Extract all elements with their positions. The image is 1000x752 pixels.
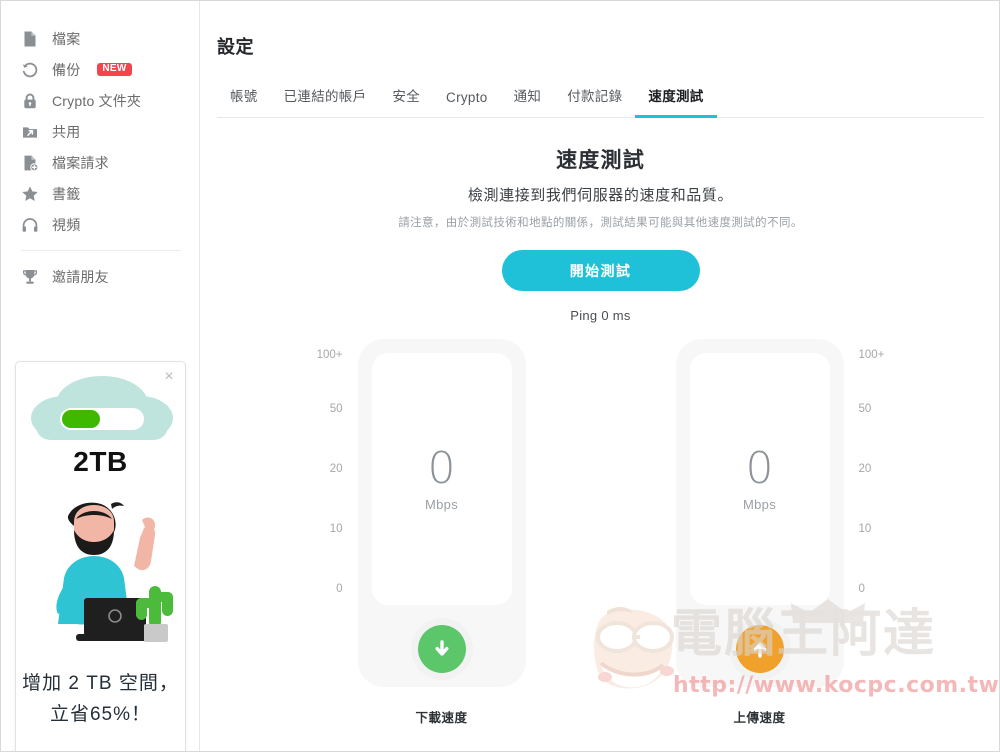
download-readout: 0 Mbps — [371, 353, 512, 605]
speed-test-title: 速度測試 — [556, 149, 645, 172]
backup-icon — [21, 61, 39, 79]
sidebar-item-label: 共用 — [52, 123, 81, 140]
download-gauge: 0 Mbps — [357, 339, 526, 687]
tab-notifications[interactable]: 通知 — [501, 85, 555, 118]
download-caption: 下載速度 — [415, 711, 468, 725]
ping-value: Ping 0 ms — [570, 308, 631, 323]
speed-gauges: 100+ 50 20 10 0 0 Mbps 下載速度 100+ 50 20 1… — [201, 339, 999, 729]
status-badge: NEW — [97, 62, 132, 77]
upload-scale: 100+ 50 20 10 0 — [859, 349, 895, 605]
headphones-icon — [21, 216, 39, 234]
tab-security[interactable]: 安全 — [379, 85, 433, 118]
star-icon — [21, 185, 39, 203]
file-request-icon — [21, 154, 39, 172]
scale-tick: 10 — [858, 523, 872, 535]
page-title: 設定 — [217, 37, 254, 57]
tab-speed-test[interactable]: 速度測試 — [635, 85, 717, 118]
sidebar-item-label: 邀請朋友 — [52, 268, 109, 285]
upload-caption: 上傳速度 — [733, 711, 786, 725]
download-gauge-block: 100+ 50 20 10 0 0 Mbps 下載速度 — [307, 339, 577, 729]
app-window: 檔案 備份 NEW Crypto 文件夾 共用 檔案請求 書籤 視頻 邀請朋友 … — [0, 0, 1000, 752]
download-unit: Mbps — [425, 496, 458, 512]
close-icon[interactable]: × — [161, 369, 177, 385]
file-icon — [21, 30, 39, 48]
sidebar-item-label: 檔案 — [52, 30, 81, 47]
shared-folder-icon — [21, 123, 39, 141]
scale-tick: 50 — [329, 403, 343, 415]
main-content: 設定 帳號 已連結的帳戶 安全 Crypto 通知 付款記錄 速度測試 速度測試… — [201, 1, 999, 751]
promo-storage-label: 2TB — [73, 446, 128, 477]
scale-tick: 20 — [329, 463, 343, 475]
promo-illustration — [16, 482, 185, 658]
upload-value: 0 — [745, 442, 774, 494]
settings-tabs: 帳號 已連結的帳戶 安全 Crypto 通知 付款記錄 速度測試 — [217, 82, 984, 118]
promo-headline: 增加 2 TB 空間，立省65%！ — [22, 673, 179, 725]
download-scale: 100+ 50 20 10 0 — [307, 349, 343, 605]
sidebar-item-crypto-folder[interactable]: Crypto 文件夾 — [1, 85, 199, 116]
upload-unit: Mbps — [743, 496, 776, 512]
tab-payment-history[interactable]: 付款記錄 — [554, 85, 635, 118]
promo-card[interactable]: × 2TB 增加 2 TB 空間，立省65%！ — [15, 361, 186, 751]
upload-readout: 0 Mbps — [689, 353, 830, 605]
cloud-storage-graphic — [16, 370, 185, 448]
sidebar-item-backup[interactable]: 備份 NEW — [1, 54, 199, 85]
sidebar-item-videos[interactable]: 視頻 — [1, 209, 199, 240]
trophy-icon — [21, 268, 39, 286]
start-test-button[interactable]: 開始測試 — [501, 250, 700, 291]
scale-tick: 0 — [336, 583, 343, 595]
scale-tick: 0 — [858, 583, 865, 595]
upload-arrow-icon[interactable] — [735, 625, 784, 673]
download-value: 0 — [427, 442, 456, 494]
sidebar-item-files[interactable]: 檔案 — [1, 23, 199, 54]
upload-gauge: 0 Mbps — [675, 339, 844, 687]
scale-tick: 10 — [329, 523, 343, 535]
sidebar-divider — [21, 250, 181, 251]
sidebar-item-label: 檔案請求 — [52, 154, 109, 171]
upload-gauge-block: 100+ 50 20 10 0 0 Mbps 上傳速度 — [625, 339, 895, 729]
sidebar-item-invite-friends[interactable]: 邀請朋友 — [1, 261, 199, 292]
sidebar-item-label: 書籤 — [52, 185, 81, 202]
speed-test-note: 請注意，由於測試技術和地點的關係，測試結果可能與其他速度測試的不同。 — [398, 217, 803, 229]
sidebar-item-label: Crypto 文件夾 — [52, 92, 142, 109]
sidebar-item-file-request[interactable]: 檔案請求 — [1, 147, 199, 178]
scale-tick: 20 — [858, 463, 872, 475]
scale-tick: 100+ — [316, 349, 343, 361]
sidebar-item-bookmarks[interactable]: 書籤 — [1, 178, 199, 209]
speed-test-header: 速度測試 檢測連接到我們伺服器的速度和品質。 請注意，由於測試技術和地點的關係，… — [201, 144, 999, 323]
tab-crypto[interactable]: Crypto — [433, 90, 501, 118]
sidebar: 檔案 備份 NEW Crypto 文件夾 共用 檔案請求 書籤 視頻 邀請朋友 … — [1, 1, 200, 751]
speed-test-subtitle: 檢測連接到我們伺服器的速度和品質。 — [467, 187, 734, 204]
sidebar-item-label: 視頻 — [52, 216, 81, 233]
sidebar-item-shared[interactable]: 共用 — [1, 116, 199, 147]
tab-linked-accounts[interactable]: 已連結的帳戶 — [271, 85, 380, 118]
scale-tick: 50 — [858, 403, 872, 415]
tab-account[interactable]: 帳號 — [217, 85, 271, 118]
scale-tick: 100+ — [858, 349, 885, 361]
download-arrow-icon[interactable] — [417, 625, 466, 673]
lock-icon — [21, 92, 39, 110]
sidebar-item-label: 備份 — [52, 61, 81, 78]
